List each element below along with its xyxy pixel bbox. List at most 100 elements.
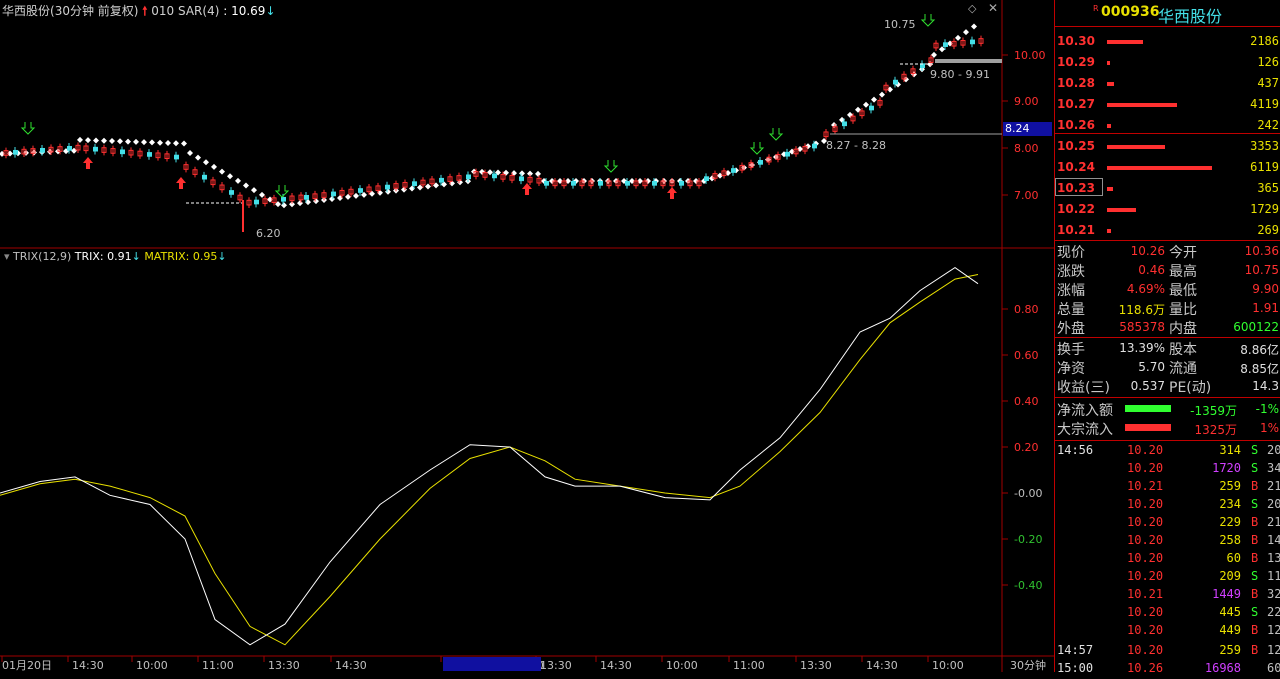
date-highlight [443,657,541,671]
stock-code: 000936 [1101,4,1160,20]
book-row[interactable]: 10.25 3353 [1055,138,1280,157]
period-button[interactable]: 30分钟 [1004,657,1052,672]
time-tick-label: 11:00 [202,659,234,672]
price-tick-label: 10.00 [1014,49,1046,62]
stat-value: 10.75 [1244,263,1279,277]
stat-value: 10.26 [1130,244,1165,258]
matrix-value: MATRIX: 0.95 [144,250,218,263]
tick-row[interactable]: 10.20 1720 S 34 [1055,461,1280,479]
matrix-line [0,274,979,646]
sar-dot [931,51,937,58]
candle-body [254,199,259,205]
tick-row[interactable]: 10.20 209 S 11 [1055,569,1280,587]
stat-value: 4.69% [1126,282,1165,296]
sar-dot [141,139,147,146]
volume-bar [1107,61,1110,65]
price-tick-label: 9.00 [1014,95,1039,108]
trix-name[interactable]: TRIX(12,9) [13,250,71,263]
volume-bar [1107,124,1112,128]
trix-axis: 0.80 0.60 0.40 0.20 -0.00 -0.20 -0.40 [1002,303,1042,592]
sar-dot [117,138,123,145]
tick-row[interactable]: 14:57 10.20 259 B 12 [1055,643,1280,661]
trix-tick-label: 0.40 [1014,395,1039,408]
time-tick-label: 13:30 [540,659,572,672]
tick-row[interactable]: 10.20 234 S 20 [1055,497,1280,515]
tick-count: 32 [1267,587,1280,601]
book-price: 10.22 [1057,202,1095,216]
stat-value: 9.90 [1252,282,1279,296]
sar-dot [31,149,37,156]
tick-row[interactable]: 10.20 229 B 21 [1055,515,1280,533]
book-row[interactable]: 10.22 1729 [1055,201,1280,220]
up-arrow-icon: 🠕 [142,4,148,18]
tick-count: 602 [1267,661,1280,675]
sar-dot [385,188,391,195]
tick-price: 10.20 [1127,605,1164,619]
stat-value: 8.85亿 [1240,362,1279,376]
trix-tick-label: -0.40 [1014,579,1042,592]
stat-label: 涨跌 [1057,264,1085,280]
tick-side: B [1251,643,1259,657]
book-row[interactable]: 10.24 6119 [1055,159,1280,178]
sar-dot [879,91,885,98]
stat-label: 总量 [1057,302,1085,318]
tick-count: 20 [1267,497,1280,511]
down-arrow-icon: ↓ [131,250,141,263]
book-row[interactable]: 10.30 2186 [1055,33,1280,52]
book-row[interactable]: 10.27 4119 [1055,96,1280,115]
stat-value: 14.3 [1252,379,1279,393]
tick-row[interactable]: 10.20 60 B 13 [1055,551,1280,569]
book-row[interactable]: 10.29 126 [1055,54,1280,73]
sell-arrow-icon [768,128,784,141]
stat-value: 0.537 [1130,379,1165,393]
down-arrow-icon: ↓ [217,250,227,263]
close-icon[interactable]: ✕ [988,1,998,15]
sar-dot [243,182,249,189]
kline-chart[interactable]: 10.00 9.00 8.00 7.00 0.80 0.60 0.40 0.20 -0.00 -… [0,0,1054,672]
stat-value: 8.86亿 [1240,343,1279,357]
sar-dot [187,149,193,156]
stat-label: 净资 [1057,361,1085,377]
book-volume: 2186 [1250,34,1279,48]
tick-row[interactable]: 10.21 259 B 21 [1055,479,1280,497]
gear-icon[interactable]: ▾ [4,250,10,263]
sar-dot [101,137,107,144]
book-row[interactable]: 10.21 269 [1055,222,1280,241]
selected-price-box[interactable] [1055,178,1103,196]
sar-dot [939,46,945,53]
stat-label: 量比 [1169,302,1197,318]
sell-arrow-icon [749,142,765,155]
candle-body [571,180,576,186]
book-row[interactable]: 10.28 437 [1055,75,1280,94]
book-price: 10.25 [1057,139,1095,153]
indicator-name[interactable]: 010 SAR(4) [151,4,219,18]
book-price: 10.30 [1057,34,1095,48]
tick-price: 10.20 [1127,533,1164,547]
sar-dot [133,138,139,145]
tick-row[interactable]: 10.20 258 B 14 [1055,533,1280,551]
tick-count: 14 [1267,533,1280,547]
stat-label: 最高 [1169,264,1197,280]
candle-body [893,79,898,85]
candle-body [625,180,630,186]
candle-body [652,180,657,186]
tick-row[interactable]: 10.20 449 B 12 [1055,623,1280,641]
tick-row[interactable]: 10.21 1449 B 32 [1055,587,1280,605]
stat-label: 现价 [1057,245,1085,261]
tick-volume: 229 [1219,515,1241,529]
stock-name: 华西股份 [2,4,51,18]
tick-row[interactable]: 14:56 10.20 314 S 20 [1055,443,1280,461]
book-volume: 269 [1257,223,1279,237]
price-tick-label: 7.00 [1014,189,1039,202]
sar-dot [173,140,179,147]
stat-label: 外盘 [1057,321,1085,337]
tick-volume: 209 [1219,569,1241,583]
tick-side: S [1251,605,1259,619]
sell-arrow-icon [920,14,936,27]
indicator-value: : 10.69 [223,4,266,18]
time-tick-label: 10:00 [932,659,964,672]
tick-row[interactable]: 10.20 445 S 22 [1055,605,1280,623]
diamond-icon[interactable]: ◇ [968,2,976,15]
tick-row[interactable]: 15:00 10.26 16968 602 [1055,661,1280,679]
time-tick-label: 14:30 [600,659,632,672]
